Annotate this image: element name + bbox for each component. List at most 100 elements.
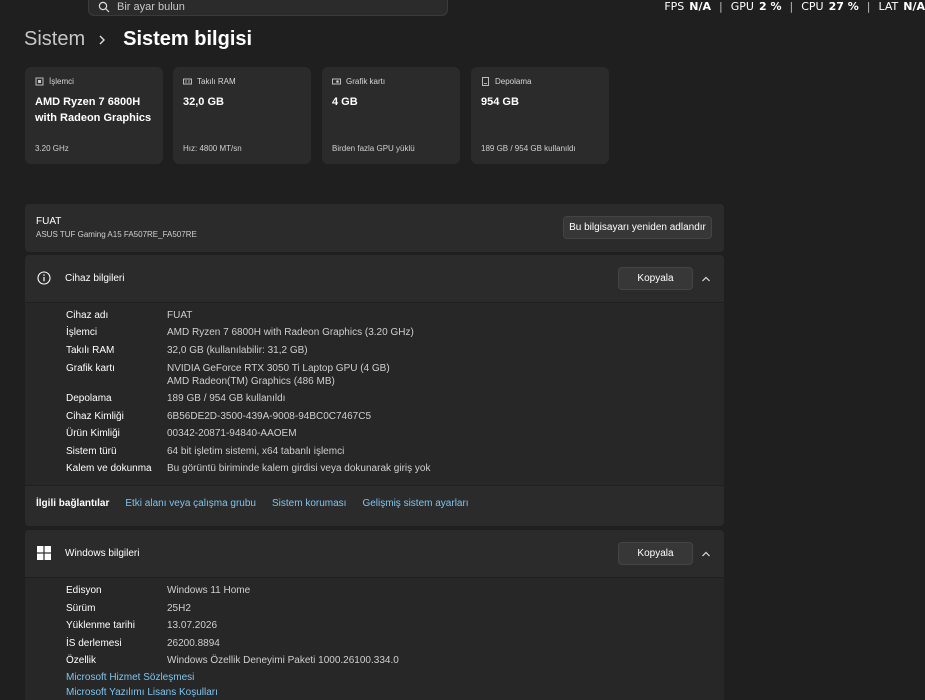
card-sub: Birden fazla GPU yüklü: [332, 144, 415, 153]
info-key: Ürün Kimliği: [66, 428, 120, 439]
info-value: AMD Ryzen 7 6800H with Radeon Graphics (…: [167, 327, 414, 338]
info-row: Cihaz Kimliği 6B56DE2D-3500-439A-9008-94B…: [66, 410, 371, 423]
info-row: Depolama 189 GB / 954 GB kullanıldı: [66, 392, 285, 405]
chevron-right-icon: [99, 35, 106, 44]
ram-icon: [183, 78, 192, 85]
spec-card-gpu: Grafik kartı 4 GB Birden fazla GPU yüklü: [322, 67, 460, 164]
search-placeholder[interactable]: Bir ayar bulun: [117, 1, 185, 13]
card-value: AMD Ryzen 7 6800H with Radeon Graphics: [35, 96, 152, 124]
copy-device-info-button[interactable]: Kopyala: [618, 267, 693, 290]
info-value: 64 bit işletim sistemi, x64 tabanlı işle…: [167, 446, 345, 457]
chevron-up-icon[interactable]: [701, 549, 711, 559]
info-key: Depolama: [66, 393, 112, 404]
breadcrumb-parent[interactable]: Sistem: [24, 28, 85, 51]
info-row: Takılı RAM 32,0 GB (kullanılabilir: 31,2 …: [66, 344, 308, 357]
info-row: Edisyon Windows 11 Home: [66, 584, 250, 597]
license-terms-link[interactable]: Microsoft Yazılımı Lisans Koşulları: [66, 687, 218, 698]
info-value: 189 GB / 954 GB kullanıldı: [167, 393, 286, 404]
card-caption: Depolama: [495, 77, 532, 86]
rename-pc-button[interactable]: Bu bilgisayarı yeniden adlandır: [563, 216, 712, 239]
info-key: Edisyon: [66, 585, 102, 596]
info-row: Sürüm 25H2: [66, 602, 191, 615]
device-name: FUAT: [36, 216, 62, 227]
breadcrumb: Sistem Sistem bilgisi: [24, 28, 252, 51]
cpu-label: CPU: [801, 0, 824, 13]
card-sub: 189 GB / 954 GB kullanıldı: [481, 144, 576, 153]
info-key: Sürüm: [66, 603, 96, 614]
section-title: Cihaz bilgileri: [65, 273, 125, 284]
info-value: Bu görüntü biriminde kalem girdisi veya …: [167, 463, 431, 474]
performance-overlay: FPS N/A | GPU 2 % | CPU 27 % | LAT N/A: [664, 0, 925, 13]
info-row: Cihaz adı FUAT: [66, 309, 192, 322]
gpu-icon: [332, 78, 341, 85]
windows-info-header[interactable]: Windows bilgileri Kopyala: [25, 530, 724, 577]
gpu-label: GPU: [730, 0, 754, 13]
info-value: 00342-20871-94840-AAOEM: [167, 428, 297, 439]
card-value: 954 GB: [481, 96, 519, 108]
info-key: Sistem türü: [66, 446, 117, 457]
system-protection-link[interactable]: Sistem koruması: [272, 498, 346, 509]
gpu-value: 2 %: [758, 0, 782, 13]
storage-icon: [482, 77, 489, 86]
info-key: Grafik kartı: [66, 363, 115, 374]
info-value: Windows Özellik Deneyimi Paketi 1000.261…: [167, 655, 399, 666]
info-value: NVIDIA GeForce RTX 3050 Ti Laptop GPU (4…: [167, 363, 390, 374]
info-row: Kalem ve dokunma Bu görüntü biriminde kal…: [66, 462, 430, 475]
info-value: FUAT: [167, 310, 193, 321]
info-row: Grafik kartı NVIDIA GeForce RTX 3050 Ti L…: [66, 362, 390, 388]
info-value: Windows 11 Home: [167, 585, 251, 596]
info-row: Özellik Windows Özellik Deneyimi Paketi 1…: [66, 654, 399, 667]
info-value: 13.07.2026: [167, 620, 218, 631]
info-value: AMD Radeon(TM) Graphics (486 MB): [167, 376, 335, 387]
card-value: 4 GB: [332, 96, 358, 108]
info-value: 25H2: [167, 603, 191, 614]
card-caption: İşlemci: [49, 77, 74, 86]
cpu-value: 27 %: [828, 0, 859, 13]
device-info-header[interactable]: Cihaz bilgileri Kopyala: [25, 255, 724, 302]
lat-label: LAT: [878, 0, 899, 13]
related-links-label: İlgili bağlantılar: [36, 498, 110, 509]
domain-workgroup-link[interactable]: Etki alanı veya çalışma grubu: [125, 498, 256, 509]
info-key: Takılı RAM: [66, 345, 115, 356]
info-row: Yüklenme tarihi 13.07.2026: [66, 619, 217, 632]
info-key: İS derlemesi: [66, 638, 122, 649]
info-row: Sistem türü 64 bit işletim sistemi, x64 t…: [66, 445, 344, 458]
advanced-system-settings-link[interactable]: Gelişmiş sistem ayarları: [362, 498, 468, 509]
spec-card-cpu: İşlemci AMD Ryzen 7 6800H with Radeon Gr…: [25, 67, 163, 164]
search-icon: [98, 1, 110, 13]
copy-windows-info-button[interactable]: Kopyala: [618, 542, 693, 565]
overlay-divider: |: [866, 0, 871, 13]
info-key: Cihaz Kimliği: [66, 411, 124, 422]
info-row: İşlemci AMD Ryzen 7 6800H with Radeon Gra…: [66, 326, 414, 339]
info-value: 6B56DE2D-3500-439A-9008-94BC0C7467C5: [167, 411, 372, 422]
windows-info-body: Edisyon Windows 11 Home Sürüm 25H2 Yüklenm…: [25, 577, 724, 700]
overlay-divider: |: [789, 0, 794, 13]
lat-value: N/A: [903, 0, 925, 13]
info-row: Ürün Kimliği 00342-20871-94840-AAOEM: [66, 427, 297, 440]
section-title: Windows bilgileri: [65, 548, 140, 559]
overlay-divider: |: [719, 0, 723, 13]
windows-logo-icon: [37, 546, 51, 560]
card-sub: 3.20 GHz: [35, 144, 69, 153]
search-box[interactable]: Bir ayar bulun: [88, 0, 448, 16]
info-value: 32,0 GB (kullanılabilir: 31,2 GB): [167, 345, 308, 356]
related-links-bar: İlgili bağlantılar Etki alanı veya çalış…: [25, 486, 724, 526]
device-info-body: Cihaz adı FUAT İşlemci AMD Ryzen 7 6800H w…: [25, 302, 724, 485]
card-value: 32,0 GB: [183, 96, 224, 108]
info-icon: [37, 271, 51, 285]
info-value: 26200.8894: [167, 638, 220, 649]
page-title: Sistem bilgisi: [123, 28, 253, 50]
fps-label: FPS: [664, 0, 685, 13]
info-key: Cihaz adı: [66, 310, 109, 321]
service-agreement-link[interactable]: Microsoft Hizmet Sözleşmesi: [66, 672, 194, 683]
spec-card-ram: Takılı RAM 32,0 GB Hız: 4800 MT/sn: [173, 67, 311, 164]
info-key: Özellik: [66, 655, 97, 666]
fps-value: N/A: [689, 0, 712, 13]
device-model: ASUS TUF Gaming A15 FA507RE_FA507RE: [36, 230, 197, 239]
card-caption: Grafik kartı: [346, 77, 386, 86]
info-key: Yüklenme tarihi: [66, 620, 135, 631]
info-key: Kalem ve dokunma: [66, 463, 152, 474]
card-sub: Hız: 4800 MT/sn: [183, 144, 242, 153]
card-caption: Takılı RAM: [197, 77, 236, 86]
chevron-up-icon[interactable]: [701, 274, 711, 284]
